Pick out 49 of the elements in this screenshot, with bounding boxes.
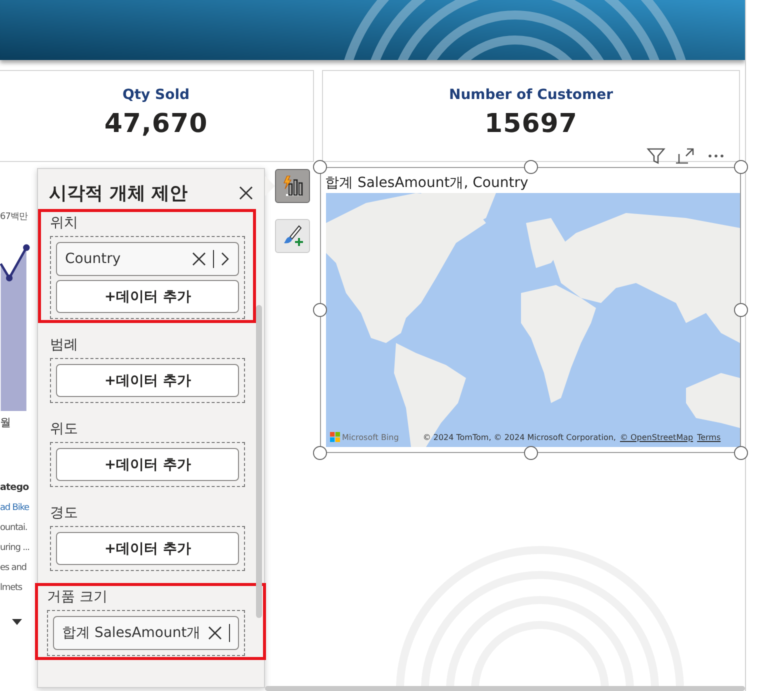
resize-handle[interactable] bbox=[313, 160, 327, 174]
format-button[interactable] bbox=[275, 219, 310, 253]
attribution-link[interactable]: Terms bbox=[697, 432, 721, 442]
field-pill[interactable]: 합계 SalesAmount개 bbox=[53, 616, 240, 650]
card-value: 47,670 bbox=[104, 109, 208, 139]
well-label: 위도 bbox=[50, 420, 79, 438]
suggest-visual-button[interactable] bbox=[275, 169, 310, 203]
filter-icon[interactable] bbox=[646, 146, 666, 166]
resize-handle[interactable] bbox=[313, 446, 327, 460]
well-label: 범례 bbox=[50, 336, 79, 354]
field-pill[interactable]: Country bbox=[56, 242, 240, 276]
list-item: es and bbox=[0, 563, 26, 573]
bing-logo: Microsoft Bing bbox=[330, 432, 399, 442]
axis-label: 월 bbox=[0, 415, 11, 430]
resize-handle[interactable] bbox=[734, 446, 748, 460]
caret-icon[interactable] bbox=[12, 619, 22, 625]
add-data-button[interactable]: +데이터 추가 bbox=[56, 448, 240, 481]
visual-title: 합계 SalesAmount개, Country bbox=[324, 174, 530, 192]
list-item: ountai. bbox=[0, 523, 28, 533]
data-label: 67백만 bbox=[0, 211, 28, 223]
resize-handle[interactable] bbox=[524, 160, 538, 174]
list-item: ad Bike bbox=[0, 503, 29, 513]
list-header: atego bbox=[0, 482, 29, 493]
add-data-button[interactable]: +데이터 추가 bbox=[56, 364, 240, 397]
remove-icon[interactable] bbox=[206, 625, 223, 641]
field-name: Country bbox=[65, 251, 122, 267]
well-label: 경도 bbox=[50, 504, 79, 522]
windows-logo-icon bbox=[330, 432, 340, 442]
map-visual[interactable]: 합계 SalesAmount개, Country Microsoft Bing © 2024 TomTom, © 2024 Microsoft Corporation, © OpenStreetMap Terms bbox=[320, 167, 741, 453]
attribution-text: © 2024 TomTom, © 2024 Microsoft Corporation, bbox=[422, 432, 616, 442]
focus-mode-icon[interactable] bbox=[676, 146, 696, 166]
add-data-button[interactable]: +데이터 추가 bbox=[56, 532, 240, 565]
field-name: 합계 SalesAmount개 bbox=[62, 624, 201, 642]
panel-title: 시각적 개체 제안 bbox=[49, 182, 188, 205]
attribution-link[interactable]: © OpenStreetMap bbox=[620, 432, 694, 442]
well-label: 거품 크기 bbox=[47, 588, 108, 606]
list-item: uring ... bbox=[0, 543, 30, 553]
card-value: 15697 bbox=[484, 109, 578, 139]
list-item: lmets bbox=[0, 583, 22, 593]
resize-handle[interactable] bbox=[524, 446, 538, 460]
resize-handle[interactable] bbox=[313, 303, 327, 317]
chevron-right-icon[interactable] bbox=[220, 251, 230, 267]
well-label: 위치 bbox=[50, 214, 79, 232]
card-title: Number of Customer bbox=[448, 87, 614, 103]
resize-handle[interactable] bbox=[734, 160, 748, 174]
remove-icon[interactable] bbox=[190, 251, 207, 267]
add-data-button[interactable]: +데이터 추가 bbox=[56, 280, 240, 313]
card-title: Qty Sold bbox=[122, 87, 190, 103]
bar-chart-lightning-icon bbox=[280, 174, 304, 198]
